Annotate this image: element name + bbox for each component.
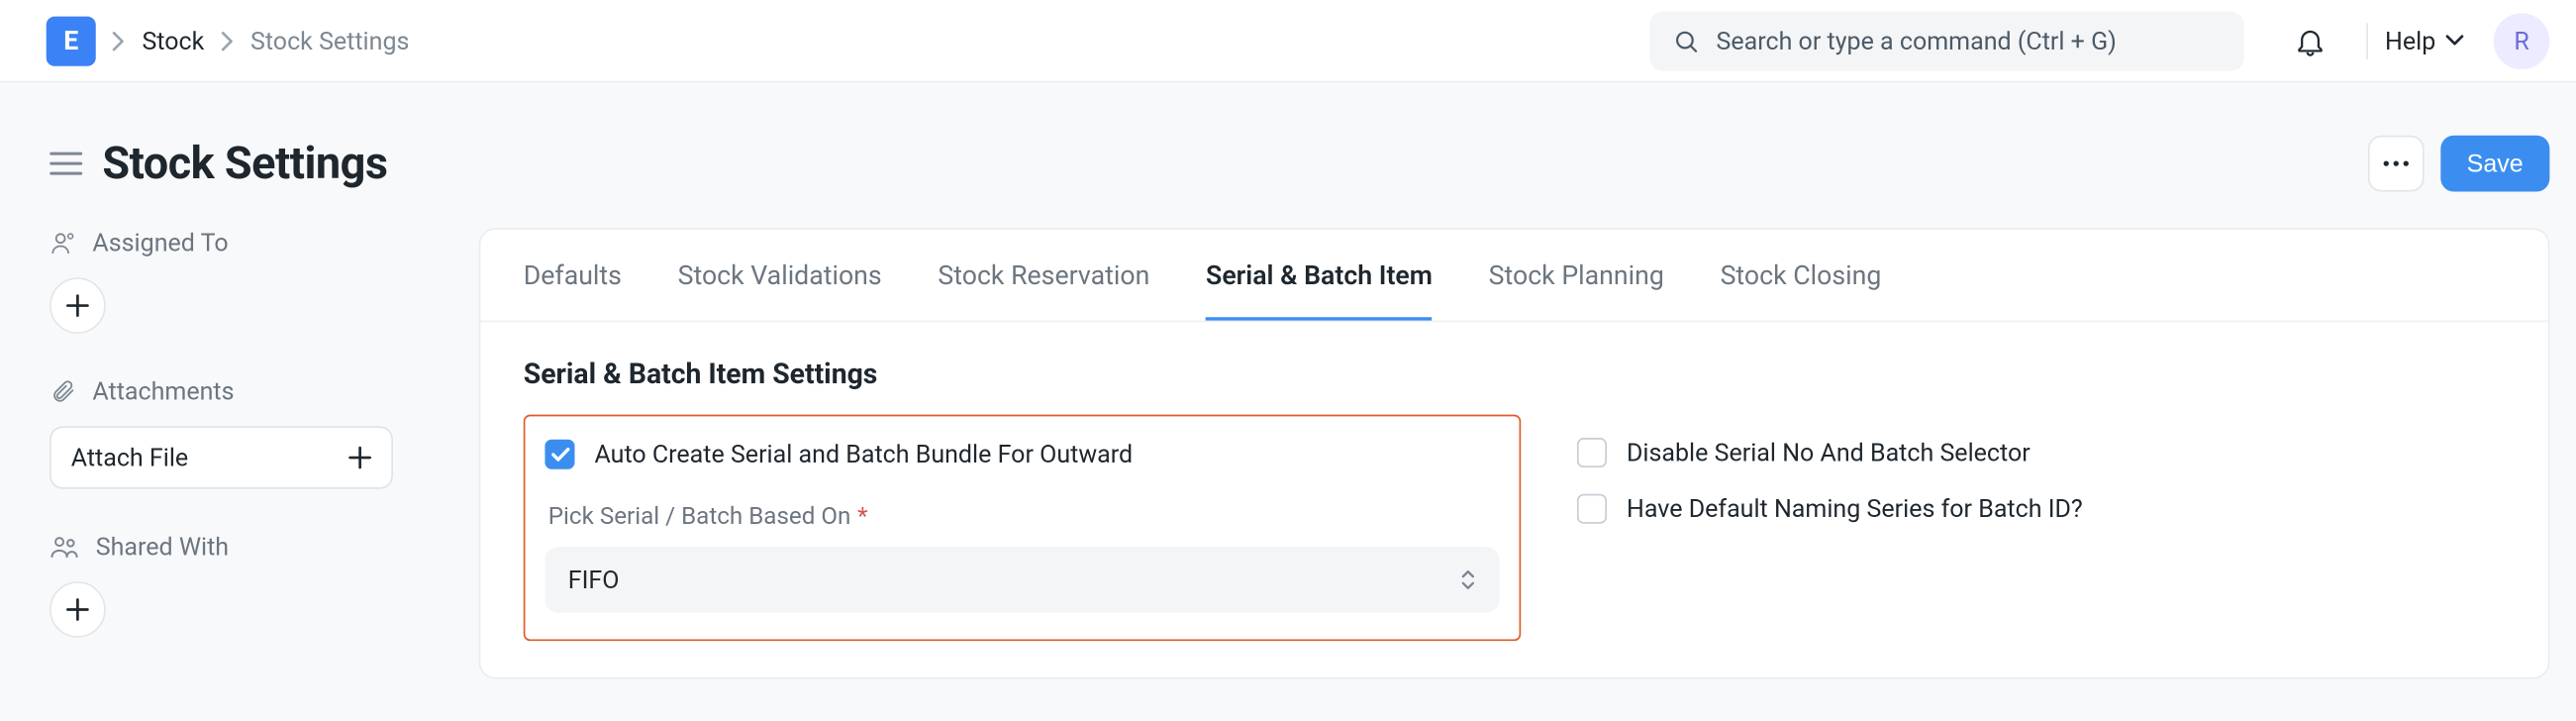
assigned-to-label: Assigned To [50, 228, 446, 258]
page-header: Stock Settings Save [0, 82, 2576, 228]
sidebar-toggle-icon[interactable] [50, 151, 82, 177]
sidebar: Assigned To Attachments Attach File [50, 228, 479, 680]
tab-stock-reservation[interactable]: Stock Reservation [938, 230, 1149, 321]
page-title: Stock Settings [102, 137, 387, 189]
breadcrumb-current: Stock Settings [250, 26, 409, 55]
topbar: E Stock Stock Settings Search or type a … [0, 0, 2576, 82]
breadcrumb-parent[interactable]: Stock [142, 26, 204, 55]
pick-based-on-label: Pick Serial / Batch Based On* [548, 502, 1500, 530]
chevron-right-icon [221, 31, 234, 51]
section-heading: Serial & Batch Item Settings [524, 359, 2506, 391]
add-share-button[interactable] [50, 581, 106, 638]
attach-file-button[interactable]: Attach File [50, 426, 393, 488]
attachments-text: Attachments [92, 376, 234, 406]
help-menu[interactable]: Help [2385, 26, 2464, 55]
tab-defaults[interactable]: Defaults [524, 230, 622, 321]
default-naming-checkbox-row[interactable]: Have Default Naming Series for Batch ID? [1577, 494, 2083, 524]
disable-selector-label: Disable Serial No And Batch Selector [1627, 438, 2031, 467]
tab-stock-planning[interactable]: Stock Planning [1489, 230, 1664, 321]
tab-serial-batch-item[interactable]: Serial & Batch Item [1206, 230, 1433, 321]
auto-create-checkbox-row[interactable]: Auto Create Serial and Batch Bundle For … [545, 440, 1499, 469]
tabs: Defaults Stock Validations Stock Reserva… [480, 230, 2547, 321]
checkbox-unchecked-icon [1577, 438, 1607, 467]
search-icon [1673, 28, 1700, 54]
people-icon [50, 534, 79, 561]
highlighted-section: Auto Create Serial and Batch Bundle For … [524, 415, 1521, 642]
main-panel: Defaults Stock Validations Stock Reserva… [479, 228, 2550, 678]
select-caret-icon [1460, 568, 1477, 591]
chevron-down-icon [2445, 35, 2463, 47]
divider [2367, 23, 2369, 59]
add-assignee-button[interactable] [50, 277, 106, 334]
default-naming-label: Have Default Naming Series for Batch ID? [1627, 494, 2083, 524]
attachments-label: Attachments [50, 376, 446, 406]
plus-icon [348, 446, 371, 468]
save-button[interactable]: Save [2440, 136, 2549, 192]
checkbox-unchecked-icon [1577, 494, 1607, 524]
chevron-right-icon [112, 31, 125, 51]
notifications-button[interactable] [2294, 24, 2327, 56]
attach-file-text: Attach File [71, 443, 188, 472]
search-placeholder: Search or type a command (Ctrl + G) [1716, 26, 2116, 55]
pick-based-on-value: FIFO [568, 565, 620, 594]
breadcrumb: Stock Stock Settings [112, 26, 409, 55]
search-input[interactable]: Search or type a command (Ctrl + G) [1650, 11, 2244, 70]
help-label: Help [2385, 26, 2435, 55]
person-icon [50, 230, 76, 257]
more-menu-button[interactable] [2368, 136, 2425, 192]
tab-stock-closing[interactable]: Stock Closing [1721, 230, 1882, 321]
checkbox-checked-icon [545, 440, 574, 469]
tab-stock-validations[interactable]: Stock Validations [678, 230, 882, 321]
auto-create-label: Auto Create Serial and Batch Bundle For … [594, 440, 1133, 469]
paperclip-icon [50, 378, 76, 405]
assigned-to-text: Assigned To [92, 228, 228, 258]
pick-based-on-select[interactable]: FIFO [545, 547, 1499, 613]
disable-selector-checkbox-row[interactable]: Disable Serial No And Batch Selector [1577, 438, 2083, 467]
shared-with-label: Shared With [50, 532, 446, 562]
shared-with-text: Shared With [96, 532, 229, 562]
avatar[interactable]: R [2494, 13, 2550, 69]
app-logo[interactable]: E [47, 16, 96, 65]
